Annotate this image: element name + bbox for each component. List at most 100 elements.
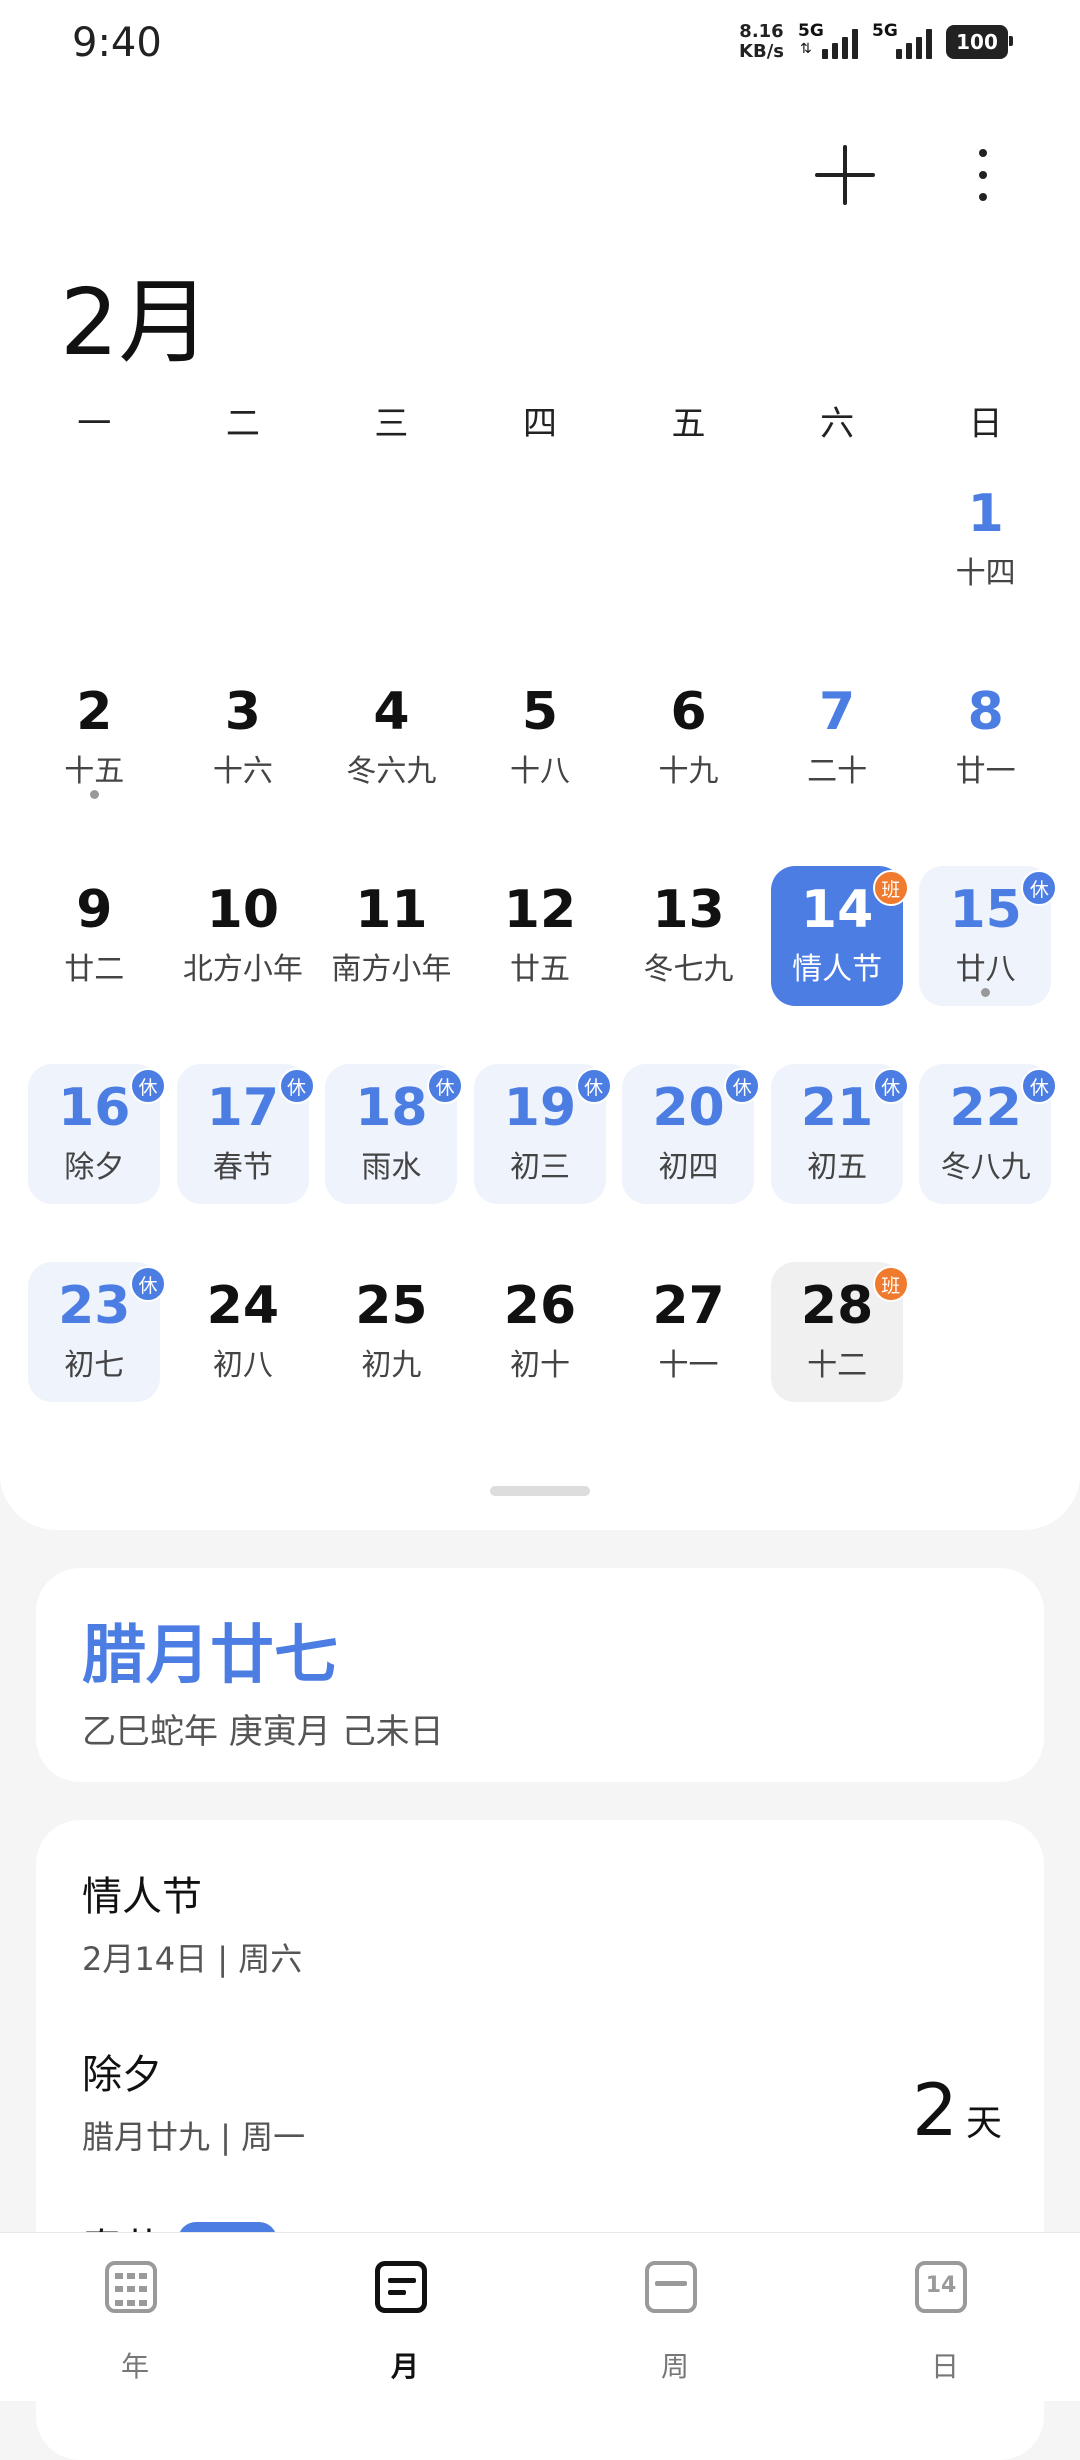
calendar-day-cell[interactable]: 11 南方小年 [317,866,466,1064]
day-number: 11 [355,880,428,940]
day-number: 25 [355,1276,428,1336]
bottom-navigation: 年 月 周 14 日 [0,2232,1080,2401]
calendar-day-cell[interactable]: 20 初四休 [614,1064,763,1262]
nav-month-label: 月 [390,2350,419,2383]
event-date: 腊月廿九 | 周一 [82,2118,306,2156]
workday-badge: 班 [872,870,909,906]
sim1-label: 5G [798,21,824,41]
calendar-day-cell[interactable]: 2 十五 [20,668,169,866]
lunar-label: 初四 [658,1150,719,1185]
lunar-label: 春节 [212,1150,273,1185]
calendar-day-cell[interactable]: 19 初三休 [466,1064,615,1262]
day-number: 4 [373,682,410,742]
lunar-label: 十一 [658,1348,719,1383]
day-number: 3 [224,682,261,742]
year-grid-icon [105,2261,157,2313]
weekday-label: 四 [522,404,557,444]
lunar-label: 十四 [955,556,1016,591]
nav-week-label: 周 [660,2350,689,2383]
calendar-day-cell[interactable]: 6 十九 [614,668,763,866]
calendar-card: 9:40 8.16 KB/s 5G ⇅ 5G 100 2月 一 二 三 四 五 … [0,0,1080,1530]
calendar-day-cell[interactable]: 10 北方小年 [169,866,318,1064]
calendar-day-cell[interactable]: 22 冬八九休 [911,1064,1060,1262]
lunar-label: 情人节 [792,952,883,987]
lunar-label: 十二 [807,1348,868,1383]
days-count: 2 [912,2068,958,2152]
day-number: 12 [503,880,577,940]
nav-day[interactable]: 14 日 [810,2233,1080,2401]
day-number: 13 [652,880,725,940]
lunar-label: 廿五 [509,952,570,987]
lunar-label: 廿八 [955,952,1016,987]
event-item-valentines[interactable]: 情人节 2月14日 | 周六 [82,1864,1002,1980]
calendar-week-row: 23 初七休 24 初八 25 初九 26 初十 27 十一 28 十二班 [20,1262,1060,1460]
calendar-day-cell[interactable]: 15 廿八休 [911,866,1060,1064]
nav-year[interactable]: 年 [0,2233,270,2401]
day-number: 5 [521,682,559,742]
lunar-date-card[interactable]: 腊月廿七 乙巳蛇年 庚寅月 己未日 [36,1568,1044,1782]
days-remaining: 2 天 [912,2068,1002,2152]
day-number: 6 [670,682,707,742]
weekday-label: 三 [374,404,409,444]
more-options-button[interactable] [938,130,1028,220]
status-bar: 9:40 8.16 KB/s 5G ⇅ 5G 100 [0,0,1080,90]
nav-day-label: 日 [930,2350,959,2383]
nav-year-label: 年 [120,2350,149,2383]
calendar-day-cell[interactable]: 27 十一 [614,1262,763,1460]
calendar-empty-cell [20,470,169,668]
lunar-label: 初五 [807,1150,868,1185]
drag-handle[interactable] [490,1486,590,1496]
calendar-day-cell[interactable]: 26 初十 [466,1262,615,1460]
rest-day-badge: 休 [130,1068,166,1104]
workday-badge: 班 [872,1266,909,1302]
calendar-day-cell[interactable]: 25 初九 [317,1262,466,1460]
day-number: 8 [967,682,1004,742]
event-date: 2月14日 | 周六 [82,1940,303,1978]
data-arrows-icon: ⇅ [800,41,812,57]
battery-icon: 100 [946,25,1013,59]
calendar-day-cell[interactable]: 5 十八 [466,668,615,866]
calendar-day-cell[interactable]: 7 二十 [763,668,912,866]
calendar-day-cell[interactable]: 23 初七休 [20,1262,169,1460]
sim2-label: 5G [872,21,898,41]
rest-day-badge: 休 [724,1068,761,1104]
calendar-day-cell[interactable]: 28 十二班 [763,1262,912,1460]
day-number: 9 [76,880,113,940]
calendar-day-cell[interactable]: 9 廿二 [20,866,169,1064]
day-number: 10 [206,880,280,940]
plus-icon [815,145,875,205]
lunar-label: 冬六九 [346,754,437,789]
calendar-day-cell[interactable]: 18 雨水休 [317,1064,466,1262]
add-event-button[interactable] [800,130,890,220]
event-item-new-years-eve[interactable]: 除夕 腊月廿九 | 周一 2 天 [82,2042,1002,2158]
nav-month[interactable]: 月 [270,2233,540,2401]
lunar-label: 十六 [212,754,273,789]
calendar-empty-cell [614,470,763,668]
days-unit: 天 [965,2103,1002,2144]
lunar-label: 冬七九 [643,952,734,987]
day-number: 1 [967,484,1004,544]
calendar-day-cell[interactable]: 16 除夕休 [20,1064,169,1262]
calendar-day-cell[interactable]: 17 春节休 [169,1064,318,1262]
month-grid: 1 十四 2 十五 3 十六 4 冬六九 5 十八 6 十九 7 二十 8 廿一 9 廿二 10 北方小年 11 南方小年… [20,470,1060,1460]
calendar-day-cell[interactable]: 4 冬六九 [317,668,466,866]
calendar-day-cell[interactable]: 21 初五休 [763,1064,912,1262]
signal-icon-2: 5G [872,21,932,59]
calendar-day-cell[interactable]: 12 廿五 [466,866,615,1064]
rest-day-badge: 休 [575,1068,612,1104]
lunar-label: 廿二 [64,952,125,987]
rest-day-badge: 休 [130,1266,166,1302]
weekday-label: 六 [820,404,855,444]
calendar-day-cell[interactable]: 24 初八 [169,1262,318,1460]
month-title[interactable]: 2月 [60,248,211,381]
calendar-day-cell[interactable]: 14 情人节班 [763,866,912,1064]
day-number: 26 [503,1276,577,1336]
week-view-icon [645,2261,697,2313]
nav-week[interactable]: 周 [540,2233,810,2401]
calendar-day-cell[interactable]: 13 冬七九 [614,866,763,1064]
lunar-label: 十九 [658,754,719,789]
calendar-day-cell[interactable]: 8 廿一 [911,668,1060,866]
calendar-day-cell[interactable]: 3 十六 [169,668,318,866]
calendar-day-cell[interactable]: 1 十四 [911,470,1060,668]
lunar-label: 北方小年 [182,952,303,987]
